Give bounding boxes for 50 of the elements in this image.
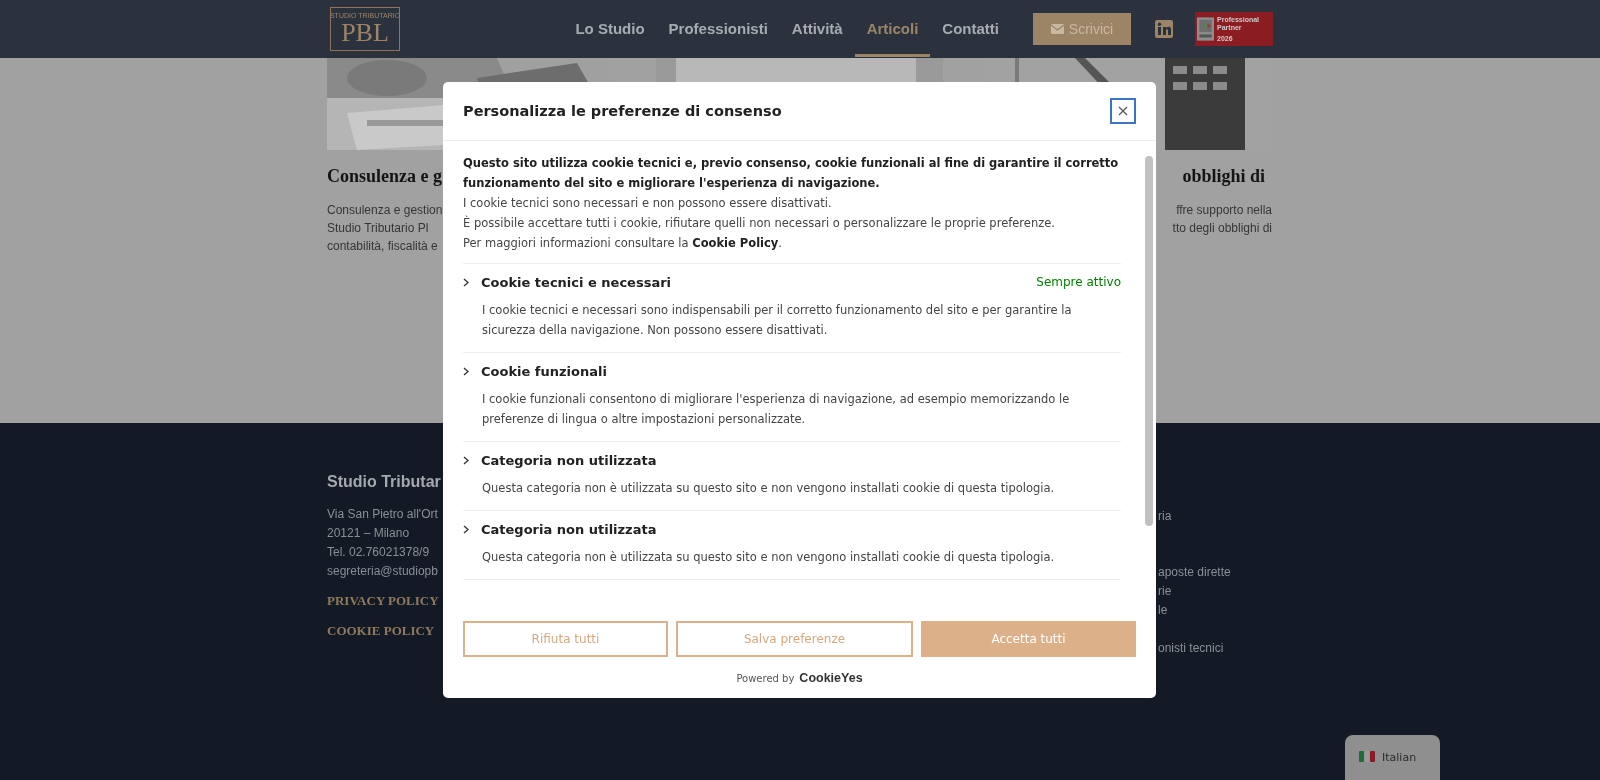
footer-link[interactable]: aposte dirette: [1158, 563, 1231, 582]
card-text-line: Consulenza e gestion: [327, 202, 443, 219]
footer-link[interactable]: ria: [1158, 507, 1172, 526]
card-text-line: contabilità, fiscalità e: [327, 238, 438, 255]
dialog-title: Personalizza le preferenze di consenso: [463, 103, 782, 119]
nav-link[interactable]: Professionisti: [656, 1, 780, 57]
nav-link[interactable]: Contatti: [930, 1, 1011, 57]
intro-text: I cookie tecnici sono necessari e non possono essere disattivati.: [463, 195, 833, 212]
brand-logo[interactable]: CookieYes: [799, 671, 863, 685]
nav-link[interactable]: Lo Studio: [563, 1, 657, 57]
intro-text: È possibile accettare tutti i cookie, rifiutare quelli non necessari o personalizzare le proprie preferenze.: [463, 214, 1056, 232]
card-title: Consulenza e g: [327, 166, 442, 187]
chevron-right-icon: [463, 524, 469, 534]
linkedin-icon: [1155, 20, 1173, 38]
footer-text: segreteria@studiopb: [327, 563, 438, 580]
intro-text: Questo sito utilizza cookie tecnici e, previo consenso, cookie funzionali al fine di garantire il corretto funzionamento del sito e migliorare l'esperienza di navigazione.: [463, 155, 1120, 192]
category-description: I cookie funzionali consentono di migliorare l'esperienza di navigazione, ad esempio memorizzando le preferenze di lingua o altre impostazioni personalizzate.: [482, 391, 1071, 428]
card-text-line: tto degli obblighi di: [1172, 220, 1272, 237]
partner-logo-icon: [1197, 14, 1214, 44]
card-text-line: ffre supporto nella: [1176, 202, 1272, 219]
chevron-right-icon: [463, 277, 469, 287]
footer-text: Tel. 02.76021378/9: [327, 544, 430, 561]
close-button[interactable]: [1110, 98, 1136, 124]
footer-link[interactable]: PRIVACY POLICY: [327, 593, 439, 609]
footer-text: Via San Pietro all'Ort: [327, 506, 438, 523]
powered-by-text: Powered by: [736, 673, 795, 684]
footer-title: Studio Tributar: [327, 473, 441, 491]
footer-link[interactable]: rie: [1158, 582, 1172, 601]
category-title[interactable]: Categoria non utilizzata: [481, 452, 657, 468]
category-description: Questa categoria non è utilizzata su questo sito e non vengono installati cookie di questa tipologia.: [482, 480, 1056, 497]
flag-icon: [1359, 751, 1375, 762]
card-text-line: Studio Tributario Pl: [327, 220, 429, 237]
chevron-right-icon: [463, 455, 469, 465]
category-title[interactable]: Cookie tecnici e necessari: [481, 274, 672, 290]
category-title[interactable]: Cookie funzionali: [481, 363, 607, 379]
category-description: I cookie tecnici e necessari sono indispensabili per il corretto funzionamento del sito e per garantire la sicurezza della navigazione. Non possono essere disattivati.: [482, 302, 1073, 339]
language-button[interactable]: Italian: [1345, 735, 1440, 780]
footer-link[interactable]: COOKIE POLICY: [327, 623, 435, 639]
close-icon: [1118, 106, 1128, 116]
category-title[interactable]: Categoria non utilizzata: [481, 521, 657, 537]
category-description: Questa categoria non è utilizzata su questo sito e non vengono installati cookie di questa tipologia.: [482, 549, 1056, 566]
nav-link[interactable]: Attività: [779, 1, 855, 57]
status-label: Sempre attivo: [1036, 275, 1121, 289]
footer-text: 20121 – Milano: [327, 525, 410, 542]
intro-text: Per maggiori informazioni consultare la Cookie Policy.: [463, 235, 783, 252]
envelope-icon: [1050, 24, 1064, 34]
footer-link[interactable]: le: [1158, 601, 1168, 620]
chevron-right-icon: [463, 366, 469, 376]
card-title: obblighi di: [1182, 166, 1265, 187]
footer-link[interactable]: onisti tecnici: [1158, 639, 1224, 658]
